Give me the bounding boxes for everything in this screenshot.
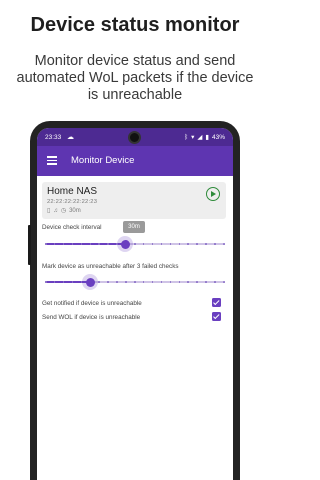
slider-tick bbox=[45, 243, 47, 245]
slider-tick bbox=[214, 243, 216, 245]
slider-tick bbox=[107, 243, 109, 245]
status-time: 23:33 bbox=[45, 134, 62, 141]
phone-screen: 23:33 ☁ ᛒ ▾ ◢ ▮ 43% Monitor Device Home … bbox=[37, 128, 233, 480]
cloud-icon: ☁ bbox=[67, 134, 74, 141]
clock-icon: ◷ bbox=[60, 208, 67, 214]
slider-tick bbox=[169, 243, 172, 245]
slider-tick bbox=[160, 243, 163, 245]
check-interval-label: Device check interval bbox=[42, 224, 102, 231]
slider-tick bbox=[205, 243, 207, 245]
slider-tick bbox=[89, 243, 91, 245]
slider-tick bbox=[134, 243, 136, 245]
play-icon[interactable] bbox=[206, 187, 220, 201]
phone-side-button bbox=[28, 225, 31, 265]
app-bar: Monitor Device bbox=[37, 146, 233, 176]
slider-tick bbox=[116, 281, 118, 283]
device-meta: ▯ ♫ ◷ 30m bbox=[47, 207, 81, 215]
phone-icon: ▯ bbox=[47, 208, 51, 214]
slider-tick bbox=[169, 281, 172, 283]
slider-tick bbox=[107, 281, 109, 283]
slider-tick bbox=[98, 243, 100, 245]
promo-subline: Monitor device status and send automated… bbox=[16, 53, 254, 103]
slider-tick bbox=[134, 281, 136, 283]
device-interval: 30m bbox=[69, 207, 81, 214]
menu-icon[interactable] bbox=[47, 156, 57, 165]
slider-tick bbox=[223, 281, 225, 283]
signal-icon: ◢ bbox=[197, 134, 203, 141]
slider-fill bbox=[45, 242, 125, 245]
slider-tick bbox=[98, 281, 100, 283]
notify-checkbox[interactable] bbox=[212, 298, 221, 307]
slider-thumb[interactable] bbox=[85, 277, 95, 287]
wifi-icon: ▾ bbox=[191, 134, 195, 141]
promo-headline: Device status monitor bbox=[30, 14, 240, 36]
slider-tick bbox=[71, 281, 74, 283]
status-icons: ᛒ ▾ ◢ ▮ 43% bbox=[184, 133, 225, 142]
status-bar: 23:33 ☁ ᛒ ▾ ◢ ▮ 43% bbox=[37, 128, 233, 146]
slider-tick bbox=[196, 243, 198, 245]
check-interval-tooltip: 30m bbox=[123, 221, 145, 233]
battery-icon: ▮ bbox=[205, 134, 209, 141]
slider-tick bbox=[160, 281, 163, 283]
bell-icon: ♫ bbox=[53, 207, 58, 214]
slider-tick bbox=[196, 281, 198, 283]
slider-tick bbox=[71, 243, 74, 245]
slider-tick bbox=[125, 281, 127, 283]
unreachable-slider[interactable] bbox=[45, 274, 225, 290]
slider-tick bbox=[205, 281, 207, 283]
slider-tick bbox=[187, 281, 189, 283]
notify-row[interactable]: Get notified if device is unreachable bbox=[42, 298, 226, 310]
notify-label: Get notified if device is unreachable bbox=[42, 300, 142, 307]
slider-tick bbox=[80, 243, 83, 245]
wol-checkbox[interactable] bbox=[212, 312, 221, 321]
device-card[interactable]: Home NAS 22:22:22:22:22:23 ▯ ♫ ◷ 30m bbox=[42, 182, 226, 219]
device-mac: 22:22:22:22:22:23 bbox=[47, 199, 98, 205]
unreachable-label: Mark device as unreachable after 3 faile… bbox=[42, 263, 179, 270]
slider-tick bbox=[214, 281, 216, 283]
slider-tick bbox=[178, 281, 180, 283]
slider-tick bbox=[178, 243, 180, 245]
wol-label: Send WOL if device is unreachable bbox=[42, 314, 141, 321]
check-interval-slider[interactable] bbox=[45, 236, 225, 252]
slider-tick bbox=[223, 243, 225, 245]
slider-tick bbox=[45, 281, 47, 283]
bluetooth-icon: ᛒ bbox=[184, 133, 189, 141]
app-bar-title: Monitor Device bbox=[71, 155, 135, 166]
camera-cutout bbox=[128, 131, 141, 144]
slider-tick bbox=[187, 243, 189, 245]
battery-percent: 43% bbox=[211, 133, 225, 141]
wol-row[interactable]: Send WOL if device is unreachable bbox=[42, 312, 226, 324]
device-name: Home NAS bbox=[47, 186, 98, 197]
slider-thumb[interactable] bbox=[120, 239, 130, 249]
